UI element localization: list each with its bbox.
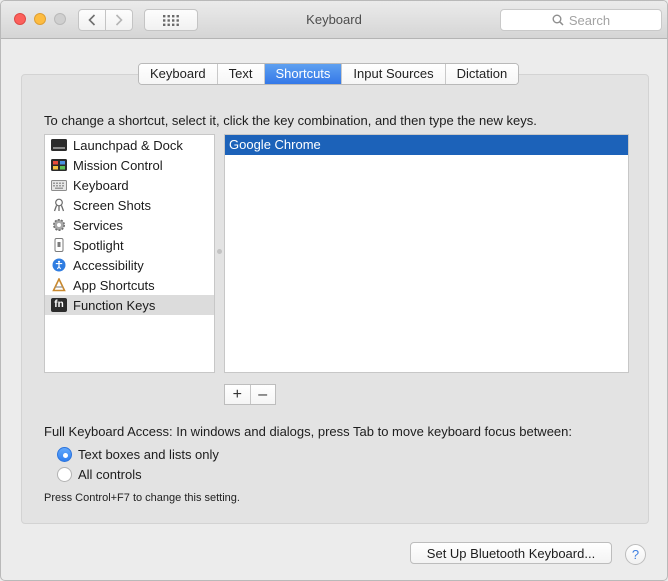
tab-input-sources[interactable]: Input Sources: [342, 64, 446, 84]
radio-button-unchecked[interactable]: [57, 467, 72, 482]
spotlight-icon: [51, 238, 67, 252]
search-icon: [552, 14, 564, 26]
app-item-google-chrome[interactable]: Google Chrome: [225, 135, 628, 155]
category-label: Accessibility: [73, 257, 144, 273]
tab-text[interactable]: Text: [217, 64, 265, 84]
full-keyboard-access-label: Full Keyboard Access: In windows and dia…: [44, 424, 572, 439]
help-button[interactable]: ?: [625, 544, 646, 565]
gear-icon: [51, 218, 67, 232]
category-label: Launchpad & Dock: [73, 137, 183, 153]
tab-keyboard[interactable]: Keyboard: [139, 64, 218, 84]
app-list: Google Chrome: [224, 134, 629, 373]
accessibility-icon: [51, 258, 67, 272]
category-screen-shots[interactable]: Screen Shots: [45, 195, 214, 215]
search-field[interactable]: Search: [500, 9, 662, 31]
app-shortcuts-icon: [51, 278, 67, 292]
category-label: Function Keys: [73, 297, 156, 313]
split-view-divider[interactable]: [217, 249, 222, 254]
category-services[interactable]: Services: [45, 215, 214, 235]
category-function-keys[interactable]: fn Function Keys: [45, 295, 214, 315]
category-spotlight[interactable]: Spotlight: [45, 235, 214, 255]
keyboard-preferences-window: Keyboard Search Keyboard Text Shortcuts …: [0, 0, 668, 581]
category-app-shortcuts[interactable]: App Shortcuts: [45, 275, 214, 295]
category-label: Mission Control: [73, 157, 163, 173]
tab-bar: Keyboard Text Shortcuts Input Sources Di…: [138, 63, 520, 85]
title-bar: Keyboard Search: [1, 1, 667, 39]
keyboard-icon: [51, 178, 67, 192]
radio-label: All controls: [78, 467, 142, 482]
category-mission-control[interactable]: Mission Control: [45, 155, 214, 175]
shortcut-hint: Press Control+F7 to change this setting.: [44, 492, 240, 504]
mission-control-icon: [51, 158, 67, 172]
category-label: Spotlight: [73, 237, 124, 253]
remove-button[interactable]: –: [251, 385, 276, 404]
launchpad-icon: [51, 138, 67, 152]
search-placeholder: Search: [568, 12, 611, 28]
radio-button-checked[interactable]: [57, 447, 72, 462]
category-label: Keyboard: [73, 177, 129, 193]
setup-bluetooth-keyboard-button[interactable]: Set Up Bluetooth Keyboard...: [410, 542, 612, 564]
category-accessibility[interactable]: Accessibility: [45, 255, 214, 275]
tab-dictation[interactable]: Dictation: [445, 64, 519, 84]
add-remove-control: + –: [224, 384, 276, 405]
fn-icon: fn: [51, 298, 67, 312]
add-button[interactable]: +: [225, 385, 251, 404]
shortcut-category-list: Launchpad & Dock Mission Control Keyboar…: [44, 134, 215, 373]
category-label: Screen Shots: [73, 197, 152, 213]
category-keyboard[interactable]: Keyboard: [45, 175, 214, 195]
instruction-text: To change a shortcut, select it, click t…: [44, 113, 537, 128]
tab-shortcuts[interactable]: Shortcuts: [264, 64, 343, 84]
radio-all-controls[interactable]: All controls: [57, 467, 142, 482]
category-label: App Shortcuts: [73, 277, 155, 293]
category-launchpad-dock[interactable]: Launchpad & Dock: [45, 135, 214, 155]
screenshot-icon: [51, 198, 67, 212]
category-label: Services: [73, 217, 123, 233]
radio-text-boxes-lists[interactable]: Text boxes and lists only: [57, 447, 219, 462]
radio-label: Text boxes and lists only: [78, 447, 219, 462]
